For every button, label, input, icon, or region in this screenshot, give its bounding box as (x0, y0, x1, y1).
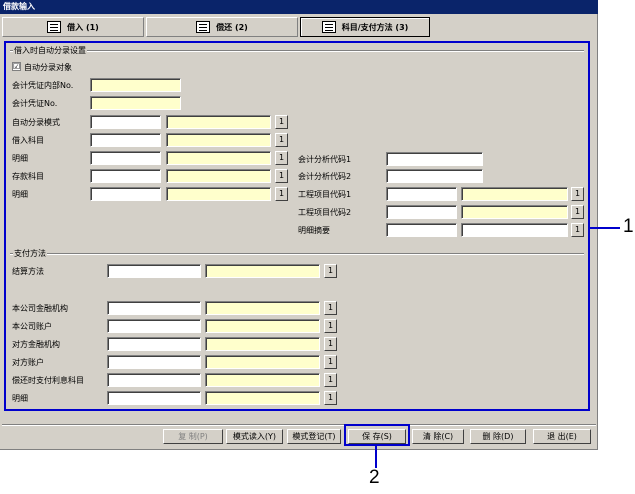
callout-number-2: 2 (369, 467, 380, 488)
tab-account-payment[interactable]: 科目/支付方法 (3) (300, 17, 430, 37)
tab-bar: 借入 (1) 偿还 (2) 科目/支付方法 (3) (2, 17, 596, 39)
clear-button[interactable]: 清 除(C) (412, 429, 464, 444)
tab-borrow[interactable]: 借入 (1) (2, 17, 144, 37)
callout-number-1: 1 (623, 216, 634, 237)
delete-button[interactable]: 删 除(D) (470, 429, 526, 444)
exit-button[interactable]: 退 出(E) (533, 429, 591, 444)
document-icon (196, 21, 211, 33)
book-icon (47, 21, 62, 33)
copy-button[interactable]: 复 制(P) (163, 429, 223, 444)
form-icon (321, 21, 336, 33)
callout-line-2 (375, 446, 377, 468)
tab-borrow-label: 借入 (1) (67, 22, 99, 32)
template-read-button[interactable]: 模式读入(Y) (226, 429, 283, 444)
callout-frame-2 (344, 424, 410, 446)
callout-line-1 (590, 227, 620, 229)
tab-repay[interactable]: 偿还 (2) (146, 17, 298, 37)
callout-frame-1 (4, 41, 590, 411)
template-register-button[interactable]: 模式登记(T) (287, 429, 341, 444)
tab-account-payment-label: 科目/支付方法 (3) (341, 22, 409, 32)
button-bar-divider (2, 424, 596, 426)
window-title: 借款输入 (0, 0, 598, 14)
tab-repay-label: 偿还 (2) (216, 22, 248, 32)
